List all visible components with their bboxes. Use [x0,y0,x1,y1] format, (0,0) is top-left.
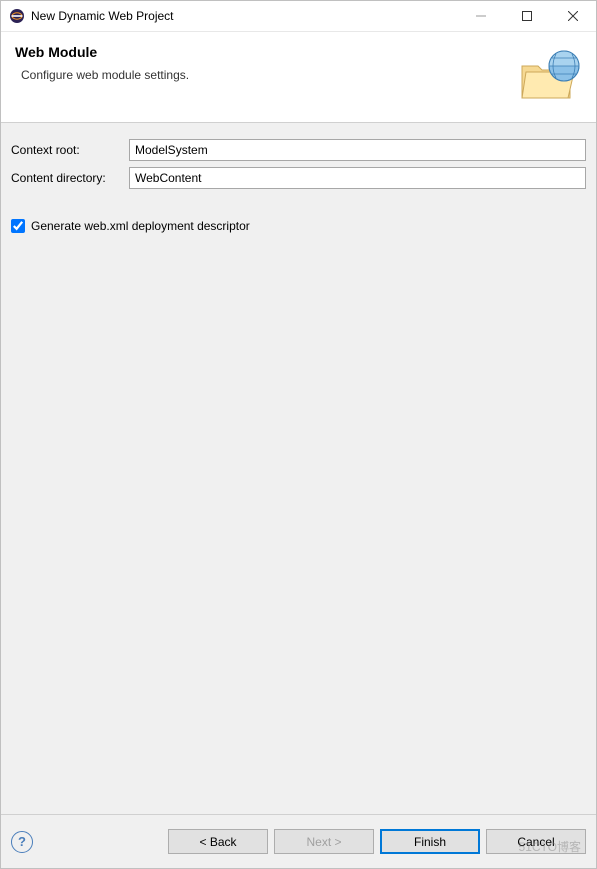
page-subtitle: Configure web module settings. [15,68,510,82]
generate-webxml-checkbox[interactable] [11,219,25,233]
content-directory-row: Content directory: [11,167,586,189]
content-directory-label: Content directory: [11,171,129,185]
context-root-row: Context root: [11,139,586,161]
context-root-label: Context root: [11,143,129,157]
next-button: Next > [274,829,374,854]
wizard-header: Web Module Configure web module settings… [1,32,596,123]
back-button[interactable]: < Back [168,829,268,854]
wizard-footer: ? < Back Next > Finish Cancel [1,814,596,868]
eclipse-icon [9,8,25,24]
generate-webxml-label[interactable]: Generate web.xml deployment descriptor [31,219,250,233]
context-root-input[interactable] [129,139,586,161]
maximize-button[interactable] [504,1,550,31]
page-title: Web Module [15,44,510,60]
wizard-content: Context root: Content directory: Generat… [1,123,596,814]
minimize-button[interactable] [458,1,504,31]
window-title: New Dynamic Web Project [31,9,458,23]
close-button[interactable] [550,1,596,31]
generate-webxml-row: Generate web.xml deployment descriptor [11,219,586,233]
help-icon[interactable]: ? [11,831,33,853]
cancel-button[interactable]: Cancel [486,829,586,854]
window-controls [458,1,596,31]
titlebar: New Dynamic Web Project [1,1,596,32]
web-folder-icon [518,44,582,108]
content-directory-input[interactable] [129,167,586,189]
finish-button[interactable]: Finish [380,829,480,854]
